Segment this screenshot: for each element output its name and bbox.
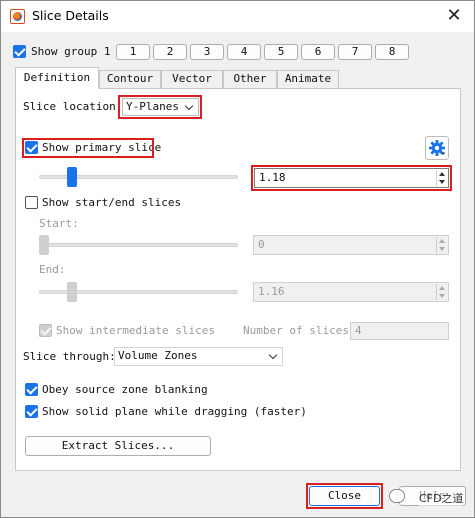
tab-animate[interactable]: Animate [277,70,339,88]
group-button-7[interactable]: 7 [338,44,372,60]
start-value: 0 [258,238,265,251]
highlight-slice-location [118,95,202,119]
group-button-4[interactable]: 4 [227,44,261,60]
group-button-8[interactable]: 8 [375,44,409,60]
gear-icon [429,140,445,156]
spin-up-icon[interactable] [439,239,445,243]
spin-up-icon[interactable] [439,286,445,290]
app-icon [10,9,25,24]
group-button-1[interactable]: 1 [116,44,150,60]
window-title: Slice Details [32,8,109,23]
highlight-primary-value [251,165,452,191]
obey-blanking-label: Obey source zone blanking [42,383,208,396]
show-group-checkbox[interactable] [13,45,26,58]
show-solid-plane-label: Show solid plane while dragging (faster) [42,405,307,418]
settings-button[interactable] [425,136,449,160]
show-intermediate-checkbox[interactable] [39,324,52,337]
number-of-slices-label: Number of slices: [243,324,356,337]
show-start-end-label: Show start/end slices [42,196,182,209]
primary-slice-slider[interactable] [67,167,77,187]
group-button-5[interactable]: 5 [264,44,298,60]
show-group-label: Show group 1 [31,45,111,58]
slice-through-label: Slice through: [23,350,116,363]
show-start-end-checkbox[interactable] [25,196,38,209]
end-value-field[interactable]: 1.16 [253,282,449,302]
show-solid-plane-checkbox[interactable] [25,405,38,418]
extract-slices-button[interactable]: Extract Slices... [25,436,211,456]
end-label: End: [39,263,66,276]
start-track [39,243,238,247]
spin-buttons[interactable] [436,237,447,253]
spin-down-icon[interactable] [439,294,445,298]
number-of-slices-field[interactable]: 4 [350,322,449,340]
end-slider[interactable] [67,282,77,302]
spin-buttons[interactable] [436,284,447,300]
watermark-text: CFD之道 [419,490,464,506]
start-value-field[interactable]: 0 [253,235,449,255]
group-button-2[interactable]: 2 [153,44,187,60]
slice-location-label: Slice location: [23,100,123,113]
highlight-close [306,483,383,509]
slice-through-dropdown[interactable]: Volume Zones [114,347,283,366]
obey-blanking-checkbox[interactable] [25,383,38,396]
slice-through-value: Volume Zones [118,349,198,362]
show-intermediate-label: Show intermediate slices [56,324,215,337]
close-icon[interactable]: ✕ [440,3,468,29]
tab-vector[interactable]: Vector [161,70,223,88]
start-label: Start: [39,217,79,230]
end-value: 1.16 [258,285,285,298]
group-button-3[interactable]: 3 [190,44,224,60]
group-button-6[interactable]: 6 [301,44,335,60]
slice-details-window: Slice Details ✕ Show group 1 1 2 3 4 5 6… [0,0,475,518]
title-bar: Slice Details ✕ [1,1,474,32]
tab-contour[interactable]: Contour [99,70,161,88]
start-slider[interactable] [39,235,49,255]
tab-definition[interactable]: Definition [15,67,99,89]
watermark-icon [389,489,405,503]
highlight-show-primary [22,138,154,158]
tab-other[interactable]: Other [223,70,277,88]
spin-down-icon[interactable] [439,247,445,251]
chevron-down-icon [268,350,278,360]
